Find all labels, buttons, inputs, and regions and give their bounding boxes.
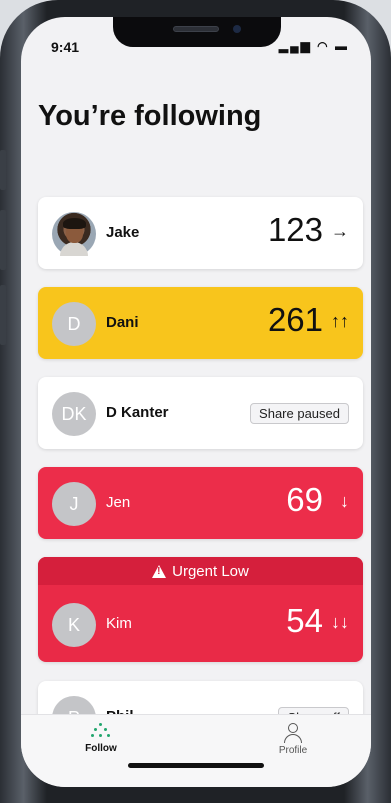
notch (113, 17, 281, 47)
speaker (173, 26, 219, 32)
side-button (0, 210, 6, 270)
trend-arrow-icon: ↓↓ (331, 612, 349, 632)
tab-bar: Follow Profile (21, 714, 371, 787)
follow-card-kim[interactable]: Urgent Low K Kim 54 ↓↓ (38, 557, 363, 662)
follow-card-jen[interactable]: J Jen 69 ↓ (38, 467, 363, 539)
trend-arrow-icon: ↓ (340, 491, 349, 511)
status-badge: Share paused (250, 403, 349, 424)
warning-icon (152, 564, 167, 578)
profile-icon (283, 723, 303, 743)
tab-follow[interactable]: Follow (61, 723, 141, 754)
avatar: K (52, 603, 96, 647)
side-button (0, 285, 6, 345)
screen: 9:41 ▂▄▆ ◠ ▬ You’re following Jake 123 →… (21, 17, 371, 787)
avatar (52, 212, 96, 256)
alert-label: Urgent Low (172, 562, 249, 580)
wifi-icon: ◠ (317, 39, 330, 53)
tab-label: Profile (278, 745, 308, 756)
glucose-value: 123 (267, 211, 323, 248)
trend-arrow-icon: → (331, 221, 349, 241)
glucose-value: 261 (267, 301, 323, 338)
home-indicator (128, 763, 264, 768)
follower-name: Kim (106, 615, 132, 632)
avatar: J (52, 482, 96, 526)
avatar: D (52, 302, 96, 346)
battery-icon: ▬ (335, 39, 349, 53)
camera-icon (233, 25, 241, 33)
glucose-value: 54 (286, 602, 323, 639)
page-title: You’re following (38, 100, 262, 132)
trend-arrow-icon: ↑↑ (331, 311, 349, 331)
avatar: DK (52, 392, 96, 436)
status-icons: ▂▄▆ ◠ ▬ (279, 39, 349, 53)
follower-name: Jake (106, 224, 140, 241)
follow-card-dani[interactable]: D Dani 261 ↑↑ (38, 287, 363, 359)
phone-frame: 9:41 ▂▄▆ ◠ ▬ You’re following Jake 123 →… (0, 0, 391, 803)
follow-icon (91, 723, 111, 739)
status-time: 9:41 (51, 39, 80, 55)
side-button (0, 150, 6, 190)
follow-card-d-kanter[interactable]: DK D Kanter Share paused (38, 377, 363, 449)
glucose-value: 69 (286, 481, 323, 518)
tab-label: Follow (85, 743, 117, 754)
follower-name: D Kanter (106, 404, 169, 421)
signal-icon: ▂▄▆ (278, 39, 312, 53)
follower-name: Jen (106, 494, 131, 511)
follow-card-jake[interactable]: Jake 123 → (38, 197, 363, 269)
tab-profile[interactable]: Profile (253, 723, 333, 756)
urgent-low-banner: Urgent Low (38, 557, 363, 585)
follower-name: Dani (106, 314, 139, 331)
